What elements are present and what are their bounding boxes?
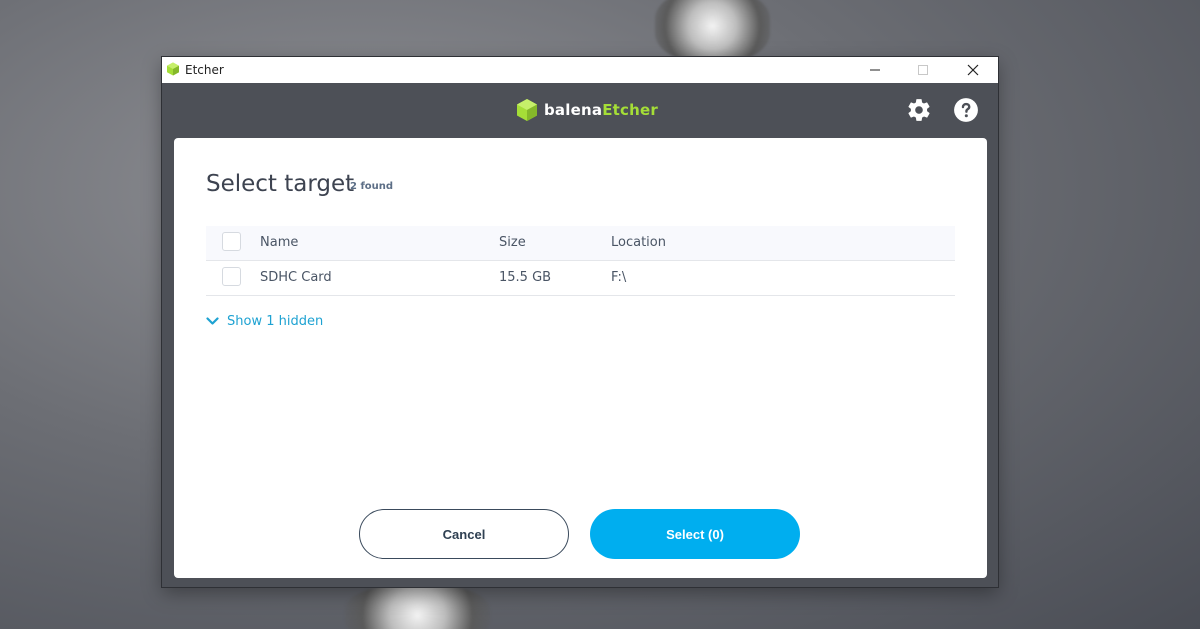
table-header-row: Name Size Location <box>206 226 955 261</box>
brand-name-etcher: Etcher <box>602 101 658 119</box>
drive-checkbox[interactable] <box>222 267 241 286</box>
balena-cube-icon <box>517 99 537 121</box>
cancel-button[interactable]: Cancel <box>359 509 569 559</box>
chevron-down-icon <box>206 317 219 325</box>
close-button[interactable] <box>950 57 996 83</box>
minimize-button[interactable] <box>852 57 898 83</box>
brand-logo: balena Etcher <box>516 98 658 122</box>
app-header: balena Etcher <box>162 83 998 138</box>
window-title: Etcher <box>185 63 224 77</box>
drive-name: SDHC Card <box>260 270 332 285</box>
drive-location: F:\ <box>611 270 627 285</box>
brand-name-balena: balena <box>544 101 603 119</box>
maximize-icon <box>918 65 928 75</box>
show-hidden-label: Show 1 hidden <box>227 314 324 329</box>
etcher-cube-icon <box>167 62 179 76</box>
title-bar[interactable]: Etcher <box>162 57 998 83</box>
maximize-button[interactable] <box>900 57 946 83</box>
gear-icon[interactable] <box>906 97 932 123</box>
column-header-size[interactable]: Size <box>499 235 526 251</box>
background-decoration-bottom <box>345 585 490 629</box>
etcher-window: Etcher balena Etcher Select target 2 fou… <box>162 57 998 587</box>
table-row[interactable]: SDHC Card 15.5 GB F:\ <box>206 261 955 296</box>
close-icon <box>967 64 979 76</box>
modal-title: Select target <box>206 171 355 197</box>
drive-size: 15.5 GB <box>499 270 552 285</box>
help-icon[interactable] <box>953 97 979 123</box>
column-header-name[interactable]: Name <box>260 235 298 251</box>
found-count-badge: 2 found <box>350 181 394 192</box>
show-hidden-toggle[interactable]: Show 1 hidden <box>206 314 323 329</box>
drives-table: Name Size Location SDHC Card 15.5 GB F:\ <box>206 226 955 296</box>
background-decoration-top <box>655 0 770 62</box>
column-header-location[interactable]: Location <box>611 235 666 251</box>
minimize-icon <box>870 69 880 71</box>
select-target-modal: Select target 2 found Name Size Location… <box>174 138 987 578</box>
select-button[interactable]: Select (0) <box>590 509 800 559</box>
select-all-checkbox[interactable] <box>222 232 241 251</box>
